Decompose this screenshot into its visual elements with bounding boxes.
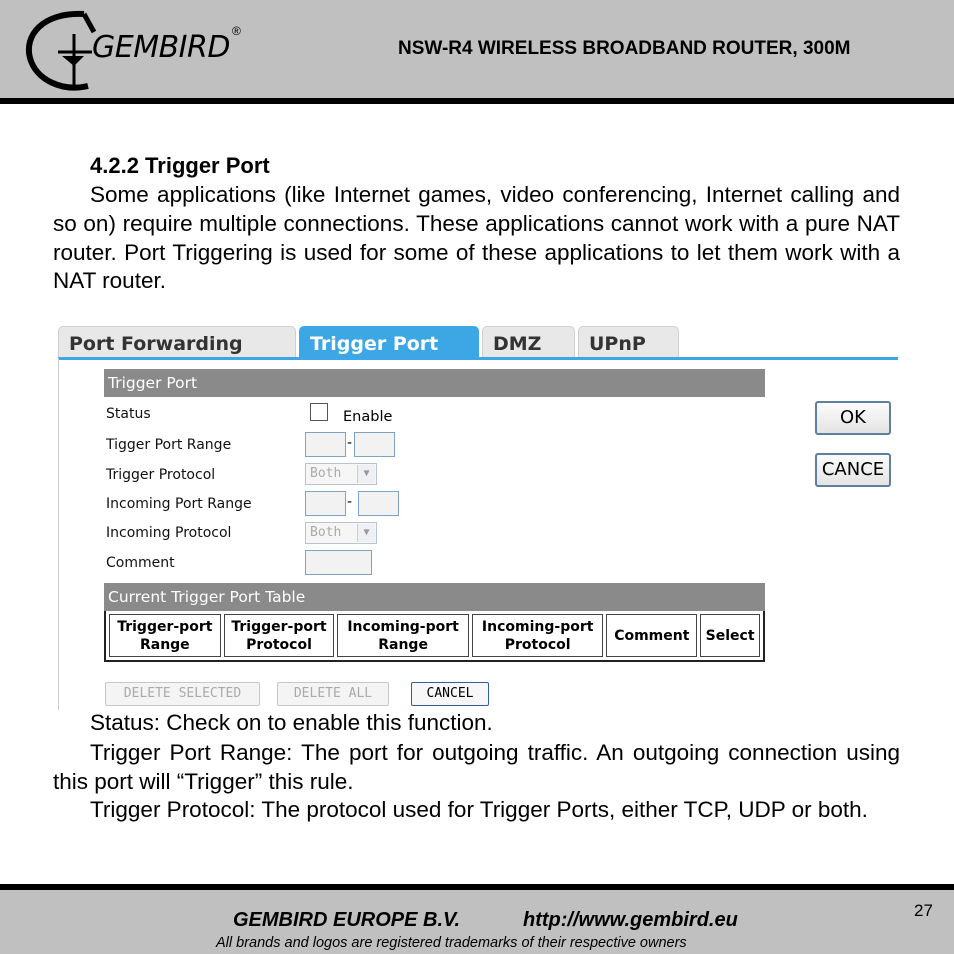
trigger-protocol-value: Both: [310, 466, 342, 481]
column-header: Comment: [606, 614, 698, 657]
tab-port-forwarding[interactable]: Port Forwarding: [58, 326, 296, 358]
section-heading: 4.2.2 Trigger Port: [90, 153, 270, 178]
incoming-range-end-input[interactable]: [358, 491, 399, 516]
trigger-range-label: Tigger Port Range: [106, 437, 232, 453]
footer-trademark-note: All brands and logos are registered trad…: [216, 935, 687, 951]
chevron-down-icon: ▼: [357, 524, 375, 542]
trigger-protocol-select[interactable]: Both ▼: [305, 463, 377, 485]
incoming-range-label: Incoming Port Range: [106, 496, 252, 512]
intro-text: Some applications (like Internet games, …: [53, 182, 900, 294]
trigger-port-table: Trigger-port Range Trigger-port Protocol…: [104, 611, 765, 662]
range-separator: -: [347, 435, 353, 451]
page-footer: GEMBIRD EUROPE B.V. http://www.gembird.e…: [0, 884, 954, 954]
page-number: 27: [914, 901, 933, 920]
comment-input[interactable]: [305, 550, 372, 575]
tab-bar: Port Forwarding Trigger Port DMZ UPnP: [58, 324, 898, 360]
form-section-header: Trigger Port: [104, 369, 765, 397]
column-header: Incoming-port Protocol: [471, 614, 604, 657]
incoming-protocol-value: Both: [310, 525, 342, 540]
trigger-protocol-label: Trigger Protocol: [106, 467, 216, 483]
footer-company: GEMBIRD EUROPE B.V.: [233, 909, 461, 931]
document-title: NSW-R4 WIRELESS BROADBAND ROUTER, 300M: [398, 38, 851, 59]
ok-button[interactable]: OK: [815, 401, 891, 435]
status-label: Status: [106, 406, 151, 422]
table-section-header: Current Trigger Port Table: [104, 583, 765, 611]
incoming-protocol-label: Incoming Protocol: [106, 525, 232, 541]
trigger-range-end-input[interactable]: [354, 432, 395, 457]
status-description: Status: Check on to enable this function…: [53, 709, 900, 738]
intro-paragraph: Some applications (like Internet games, …: [53, 181, 900, 296]
column-header: Trigger-port Protocol: [223, 614, 335, 657]
table-cancel-button[interactable]: CANCEL: [411, 682, 489, 706]
column-header: Select: [700, 614, 760, 657]
tab-trigger-port[interactable]: Trigger Port: [299, 326, 479, 358]
chevron-down-icon: ▼: [357, 465, 375, 483]
trigger-range-start-input[interactable]: [305, 432, 346, 457]
trigger-protocol-description-text: Trigger Protocol: The protocol used for …: [90, 797, 868, 822]
enable-checkbox[interactable]: [310, 403, 328, 421]
router-ui-screenshot: Port Forwarding Trigger Port DMZ UPnP Tr…: [58, 324, 898, 712]
tab-upnp[interactable]: UPnP: [578, 326, 679, 358]
trigger-range-description-text: Trigger Port Range: The port for outgoin…: [53, 740, 900, 794]
delete-all-button[interactable]: DELETE ALL: [277, 682, 389, 706]
trigger-range-description: Trigger Port Range: The port for outgoin…: [53, 739, 900, 797]
tab-dmz[interactable]: DMZ: [482, 326, 575, 358]
registered-mark: ®: [232, 24, 241, 38]
cancel-button[interactable]: CANCE: [815, 453, 891, 487]
incoming-protocol-select[interactable]: Both ▼: [305, 522, 377, 544]
column-header: Trigger-port Range: [109, 614, 221, 657]
tab-underline: [58, 357, 898, 360]
delete-selected-button[interactable]: DELETE SELECTED: [105, 682, 260, 706]
enable-label: Enable: [343, 409, 393, 425]
panel-border: [58, 358, 59, 710]
trigger-protocol-description: Trigger Protocol: The protocol used for …: [53, 796, 900, 825]
status-description-text: Status: Check on to enable this function…: [90, 710, 493, 735]
comment-label: Comment: [106, 555, 175, 571]
incoming-range-start-input[interactable]: [305, 491, 346, 516]
footer-url[interactable]: http://www.gembird.eu: [523, 909, 738, 932]
page-header: GEMBIRD ® NSW-R4 WIRELESS BROADBAND ROUT…: [0, 0, 954, 104]
column-header: Incoming-port Range: [337, 614, 469, 657]
logo-text: GEMBIRD: [92, 30, 230, 65]
range-separator: -: [347, 494, 353, 510]
